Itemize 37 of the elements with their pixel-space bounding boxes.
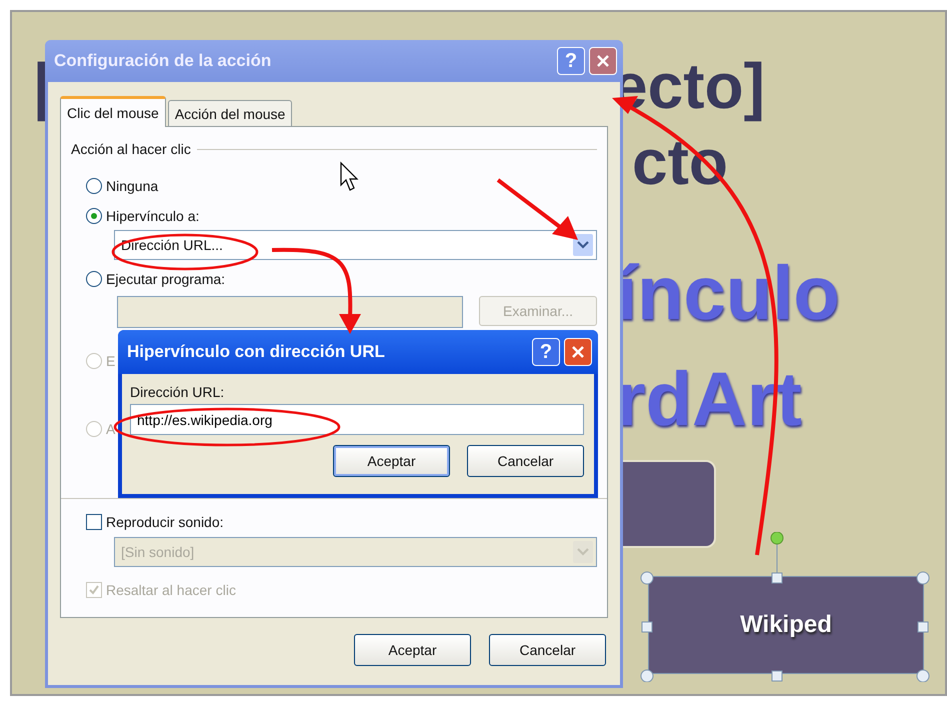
- checkmark-icon: [89, 585, 99, 595]
- dropdown-value: [Sin sonido]: [121, 544, 194, 560]
- close-button[interactable]: [589, 47, 617, 75]
- radio-label: E: [106, 353, 116, 369]
- checkbox-label: Resaltar al hacer clic: [106, 582, 236, 598]
- dropdown-button[interactable]: [573, 234, 593, 256]
- radio-button[interactable]: [86, 178, 102, 194]
- radio-label: Hipervínculo a:: [106, 208, 200, 224]
- checkbox[interactable]: [86, 514, 102, 530]
- mouse-cursor-icon: [340, 162, 358, 191]
- close-button[interactable]: [564, 338, 592, 366]
- program-field[interactable]: [117, 296, 463, 328]
- radio-label: Ejecutar programa:: [106, 271, 226, 287]
- dialog-button[interactable]: Aceptar: [333, 445, 450, 477]
- dropdown-value: Dirección URL...: [121, 237, 223, 253]
- dialog-button[interactable]: Cancelar: [489, 634, 606, 666]
- tab[interactable]: Acción del mouse: [168, 100, 292, 126]
- hyperlink-dropdown[interactable]: Dirección URL...: [114, 230, 597, 260]
- url-input-field[interactable]: http://es.wikipedia.org: [130, 404, 584, 435]
- help-button[interactable]: ?: [532, 338, 560, 366]
- dialog-title: Hipervínculo con dirección URL: [127, 342, 386, 362]
- selected-shape[interactable]: Wikiped: [648, 576, 924, 674]
- close-icon: [571, 345, 585, 359]
- radio-button[interactable]: [86, 271, 102, 287]
- close-icon: [596, 54, 610, 68]
- checkbox-label: Reproducir sonido:: [106, 514, 224, 530]
- dialog-button[interactable]: Cancelar: [467, 445, 584, 477]
- field-label: Dirección URL:: [130, 384, 226, 400]
- dialog-button[interactable]: Aceptar: [354, 634, 471, 666]
- tab[interactable]: Clic del mouse: [60, 96, 166, 127]
- radio-button[interactable]: [86, 208, 102, 224]
- chevron-down-icon: [577, 548, 589, 556]
- radio-label: Ninguna: [106, 178, 158, 194]
- chevron-down-icon: [577, 241, 589, 249]
- group-label: Acción al hacer clic: [71, 141, 191, 157]
- dialog-title: Configuración de la acción: [54, 51, 272, 71]
- radio-label: A: [106, 421, 116, 437]
